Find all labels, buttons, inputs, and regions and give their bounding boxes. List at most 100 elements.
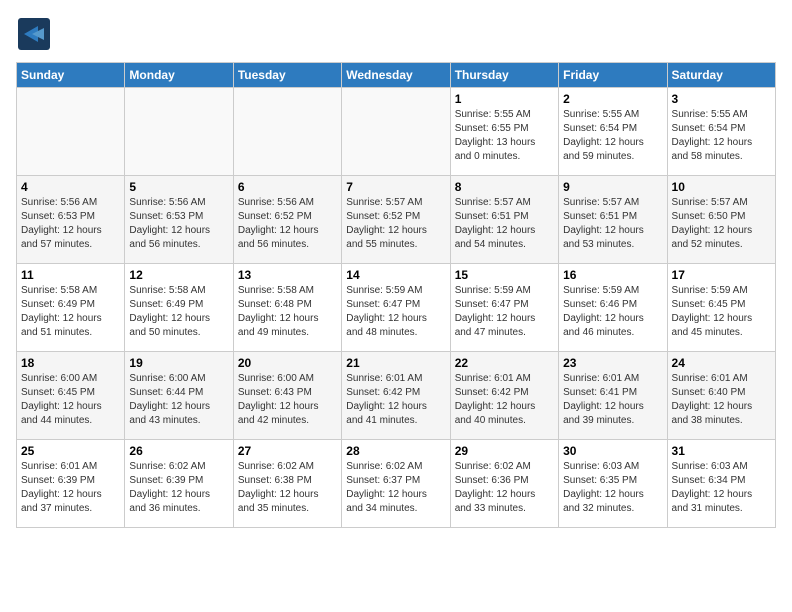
day-info: Sunrise: 5:57 AM Sunset: 6:51 PM Dayligh… bbox=[455, 196, 554, 252]
day-header-saturday: Saturday bbox=[667, 63, 775, 88]
day-number: 27 bbox=[238, 444, 337, 458]
calendar-cell: 20Sunrise: 6:00 AM Sunset: 6:43 PM Dayli… bbox=[233, 352, 341, 440]
day-number: 29 bbox=[455, 444, 554, 458]
day-number: 28 bbox=[346, 444, 445, 458]
calendar-cell: 25Sunrise: 6:01 AM Sunset: 6:39 PM Dayli… bbox=[17, 440, 125, 528]
calendar-cell: 11 Sunrise: 5:58 AM Sunset: 6:49 PM Dayli… bbox=[17, 264, 125, 352]
calendar-cell: 3 Sunrise: 5:55 AM Sunset: 6:54 PM Daylig… bbox=[667, 88, 775, 176]
day-number: 16 bbox=[563, 268, 662, 282]
day-info: Sunrise: 5:59 AM Sunset: 6:45 PM Dayligh… bbox=[672, 284, 771, 340]
day-number: 31 bbox=[672, 444, 771, 458]
day-info: Sunrise: 5:55 AM Sunset: 6:54 PM Dayligh… bbox=[563, 108, 662, 164]
calendar-cell: 18 Sunrise: 6:00 AM Sunset: 6:45 PM Dayli… bbox=[17, 352, 125, 440]
day-number: 8 bbox=[455, 180, 554, 194]
calendar-cell: 2 Sunrise: 5:55 AM Sunset: 6:54 PM Daylig… bbox=[559, 88, 667, 176]
day-number: 2 bbox=[563, 92, 662, 106]
calendar-week-5: 25Sunrise: 6:01 AM Sunset: 6:39 PM Dayli… bbox=[17, 440, 776, 528]
calendar-cell: 21Sunrise: 6:01 AM Sunset: 6:42 PM Dayli… bbox=[342, 352, 450, 440]
calendar-cell: 14 Sunrise: 5:59 AM Sunset: 6:47 PM Dayli… bbox=[342, 264, 450, 352]
calendar-cell: 13 Sunrise: 5:58 AM Sunset: 6:48 PM Dayli… bbox=[233, 264, 341, 352]
day-info: Sunrise: 6:00 AM Sunset: 6:45 PM Dayligh… bbox=[21, 372, 120, 428]
calendar-cell bbox=[17, 88, 125, 176]
day-number: 26 bbox=[129, 444, 228, 458]
day-info: Sunrise: 5:59 AM Sunset: 6:46 PM Dayligh… bbox=[563, 284, 662, 340]
calendar-header: SundayMondayTuesdayWednesdayThursdayFrid… bbox=[17, 63, 776, 88]
calendar-cell: 5 Sunrise: 5:56 AM Sunset: 6:53 PM Daylig… bbox=[125, 176, 233, 264]
calendar-cell: 7Sunrise: 5:57 AM Sunset: 6:52 PM Daylig… bbox=[342, 176, 450, 264]
day-info: Sunrise: 5:56 AM Sunset: 6:53 PM Dayligh… bbox=[21, 196, 120, 252]
day-number: 18 bbox=[21, 356, 120, 370]
calendar-cell: 29 Sunrise: 6:02 AM Sunset: 6:36 PM Dayli… bbox=[450, 440, 558, 528]
calendar-cell: 12Sunrise: 5:58 AM Sunset: 6:49 PM Dayli… bbox=[125, 264, 233, 352]
day-info: Sunrise: 6:02 AM Sunset: 6:36 PM Dayligh… bbox=[455, 460, 554, 516]
calendar-week-4: 18 Sunrise: 6:00 AM Sunset: 6:45 PM Dayli… bbox=[17, 352, 776, 440]
calendar-cell: 31 Sunrise: 6:03 AM Sunset: 6:34 PM Dayli… bbox=[667, 440, 775, 528]
day-number: 9 bbox=[563, 180, 662, 194]
day-info: Sunrise: 6:01 AM Sunset: 6:42 PM Dayligh… bbox=[346, 372, 445, 428]
day-info: Sunrise: 5:57 AM Sunset: 6:51 PM Dayligh… bbox=[563, 196, 662, 252]
calendar-cell: 6 Sunrise: 5:56 AM Sunset: 6:52 PM Daylig… bbox=[233, 176, 341, 264]
day-number: 20 bbox=[238, 356, 337, 370]
day-number: 22 bbox=[455, 356, 554, 370]
calendar-week-2: 4 Sunrise: 5:56 AM Sunset: 6:53 PM Daylig… bbox=[17, 176, 776, 264]
day-number: 6 bbox=[238, 180, 337, 194]
day-info: Sunrise: 5:59 AM Sunset: 6:47 PM Dayligh… bbox=[346, 284, 445, 340]
calendar-cell: 4 Sunrise: 5:56 AM Sunset: 6:53 PM Daylig… bbox=[17, 176, 125, 264]
day-info: Sunrise: 6:00 AM Sunset: 6:44 PM Dayligh… bbox=[129, 372, 228, 428]
day-info: Sunrise: 6:01 AM Sunset: 6:39 PM Dayligh… bbox=[21, 460, 120, 516]
calendar-cell: 9 Sunrise: 5:57 AM Sunset: 6:51 PM Daylig… bbox=[559, 176, 667, 264]
day-header-monday: Monday bbox=[125, 63, 233, 88]
day-number: 11 bbox=[21, 268, 120, 282]
calendar-week-1: 1Sunrise: 5:55 AM Sunset: 6:55 PM Daylig… bbox=[17, 88, 776, 176]
page-header bbox=[16, 16, 776, 52]
calendar-cell: 26 Sunrise: 6:02 AM Sunset: 6:39 PM Dayli… bbox=[125, 440, 233, 528]
day-number: 13 bbox=[238, 268, 337, 282]
calendar-cell: 23 Sunrise: 6:01 AM Sunset: 6:41 PM Dayli… bbox=[559, 352, 667, 440]
day-info: Sunrise: 5:57 AM Sunset: 6:50 PM Dayligh… bbox=[672, 196, 771, 252]
calendar-cell: 17 Sunrise: 5:59 AM Sunset: 6:45 PM Dayli… bbox=[667, 264, 775, 352]
day-info: Sunrise: 6:02 AM Sunset: 6:38 PM Dayligh… bbox=[238, 460, 337, 516]
day-number: 17 bbox=[672, 268, 771, 282]
calendar-cell: 28 Sunrise: 6:02 AM Sunset: 6:37 PM Dayli… bbox=[342, 440, 450, 528]
day-number: 7 bbox=[346, 180, 445, 194]
calendar-cell bbox=[233, 88, 341, 176]
day-number: 30 bbox=[563, 444, 662, 458]
day-number: 4 bbox=[21, 180, 120, 194]
day-info: Sunrise: 6:03 AM Sunset: 6:34 PM Dayligh… bbox=[672, 460, 771, 516]
day-number: 5 bbox=[129, 180, 228, 194]
calendar-cell bbox=[342, 88, 450, 176]
calendar-week-3: 11 Sunrise: 5:58 AM Sunset: 6:49 PM Dayli… bbox=[17, 264, 776, 352]
calendar-cell: 16 Sunrise: 5:59 AM Sunset: 6:46 PM Dayli… bbox=[559, 264, 667, 352]
day-number: 24 bbox=[672, 356, 771, 370]
calendar-cell: 8 Sunrise: 5:57 AM Sunset: 6:51 PM Daylig… bbox=[450, 176, 558, 264]
calendar-cell: 30Sunrise: 6:03 AM Sunset: 6:35 PM Dayli… bbox=[559, 440, 667, 528]
day-number: 1 bbox=[455, 92, 554, 106]
day-number: 23 bbox=[563, 356, 662, 370]
day-info: Sunrise: 5:56 AM Sunset: 6:52 PM Dayligh… bbox=[238, 196, 337, 252]
day-number: 3 bbox=[672, 92, 771, 106]
day-header-tuesday: Tuesday bbox=[233, 63, 341, 88]
day-info: Sunrise: 6:01 AM Sunset: 6:42 PM Dayligh… bbox=[455, 372, 554, 428]
day-info: Sunrise: 5:58 AM Sunset: 6:48 PM Dayligh… bbox=[238, 284, 337, 340]
day-header-thursday: Thursday bbox=[450, 63, 558, 88]
calendar-cell: 10Sunrise: 5:57 AM Sunset: 6:50 PM Dayli… bbox=[667, 176, 775, 264]
day-number: 12 bbox=[129, 268, 228, 282]
calendar-cell: 24Sunrise: 6:01 AM Sunset: 6:40 PM Dayli… bbox=[667, 352, 775, 440]
calendar-cell: 1Sunrise: 5:55 AM Sunset: 6:55 PM Daylig… bbox=[450, 88, 558, 176]
day-info: Sunrise: 6:02 AM Sunset: 6:39 PM Dayligh… bbox=[129, 460, 228, 516]
calendar-cell bbox=[125, 88, 233, 176]
calendar-cell: 27 Sunrise: 6:02 AM Sunset: 6:38 PM Dayli… bbox=[233, 440, 341, 528]
day-info: Sunrise: 5:58 AM Sunset: 6:49 PM Dayligh… bbox=[21, 284, 120, 340]
logo bbox=[16, 16, 58, 52]
day-number: 19 bbox=[129, 356, 228, 370]
day-info: Sunrise: 6:02 AM Sunset: 6:37 PM Dayligh… bbox=[346, 460, 445, 516]
day-number: 14 bbox=[346, 268, 445, 282]
day-info: Sunrise: 5:56 AM Sunset: 6:53 PM Dayligh… bbox=[129, 196, 228, 252]
day-info: Sunrise: 6:01 AM Sunset: 6:41 PM Dayligh… bbox=[563, 372, 662, 428]
calendar-cell: 22 Sunrise: 6:01 AM Sunset: 6:42 PM Dayli… bbox=[450, 352, 558, 440]
day-info: Sunrise: 5:55 AM Sunset: 6:54 PM Dayligh… bbox=[672, 108, 771, 164]
calendar-table: SundayMondayTuesdayWednesdayThursdayFrid… bbox=[16, 62, 776, 528]
calendar-cell: 15 Sunrise: 5:59 AM Sunset: 6:47 PM Dayli… bbox=[450, 264, 558, 352]
day-info: Sunrise: 5:59 AM Sunset: 6:47 PM Dayligh… bbox=[455, 284, 554, 340]
day-number: 15 bbox=[455, 268, 554, 282]
